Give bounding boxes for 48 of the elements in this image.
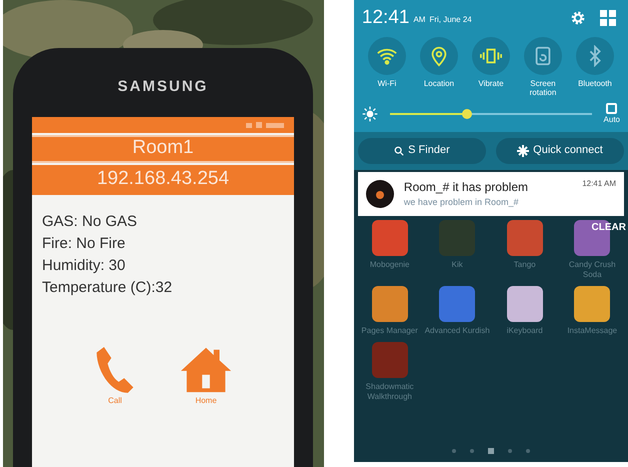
clock-time: 12:41 xyxy=(362,6,410,30)
app-label: InstaMessage xyxy=(566,326,618,336)
page-indicator[interactable] xyxy=(526,449,530,453)
app-icon[interactable] xyxy=(506,286,543,322)
sensor-reading: Humidity: 30 xyxy=(42,256,126,276)
search-icon xyxy=(394,146,404,156)
clock-ampm: AM xyxy=(413,14,426,26)
app-action-button[interactable]: Home xyxy=(179,342,233,406)
status-icons xyxy=(246,120,286,128)
app-label: Kik xyxy=(450,260,464,270)
date-text: Fri, June 24 xyxy=(429,14,472,26)
ip-address: 192.168.43.254 xyxy=(96,167,230,192)
page-indicator[interactable] xyxy=(452,449,456,453)
auto-checkbox[interactable]: Auto xyxy=(604,102,620,126)
app-label: Tango xyxy=(512,260,537,270)
sensor-reading: Temperature (C):32 xyxy=(42,278,174,298)
notification-text: we have problem in Room_# xyxy=(404,196,520,209)
page-indicator[interactable] xyxy=(488,448,494,454)
quick-toggle[interactable]: Wi-Fi xyxy=(362,36,412,96)
page-indicator[interactable] xyxy=(508,449,512,453)
app-label: Advanced Kurdish xyxy=(424,326,490,336)
quick-toggle[interactable]: Screen rotation xyxy=(518,36,568,96)
notification-card[interactable]: Room_# it has problem we have problem in Room_# 12:41 AM xyxy=(358,172,624,216)
page-indicator[interactable] xyxy=(470,449,474,453)
settings-icon[interactable] xyxy=(570,10,586,26)
grid-icon[interactable] xyxy=(600,10,616,26)
brightness-icon xyxy=(362,106,378,122)
room-title: Room1 xyxy=(132,136,194,160)
app-icon[interactable] xyxy=(574,286,610,322)
app-action-button[interactable]: Call xyxy=(93,342,137,406)
quick-toggle[interactable]: Bluetooth xyxy=(570,36,620,96)
asterisk-icon xyxy=(517,144,530,156)
app-icon xyxy=(366,180,394,208)
app-label: Candy Crush Soda xyxy=(568,260,617,280)
app-label: Pages Manager xyxy=(360,326,419,336)
app-label: iKeyboard xyxy=(506,326,544,336)
notification-title: Room_# it has problem xyxy=(404,178,529,196)
quick-toggle[interactable]: Vibrate xyxy=(466,36,516,96)
app-label: Shadowmatic Walkthrough xyxy=(364,382,415,402)
quick-button[interactable]: Quick connect xyxy=(496,138,624,164)
notification-time: 12:41 AM xyxy=(582,178,616,190)
sensor-reading: GAS: No GAS xyxy=(42,212,138,232)
app-label: Mobogenie xyxy=(368,260,410,270)
quick-button[interactable]: S Finder xyxy=(358,138,486,164)
sensor-reading: Fire: No Fire xyxy=(42,234,126,254)
slider-thumb[interactable] xyxy=(462,109,472,119)
quick-toggle[interactable]: Location xyxy=(414,36,464,96)
brand-logo: SAMSUNG xyxy=(118,77,208,97)
